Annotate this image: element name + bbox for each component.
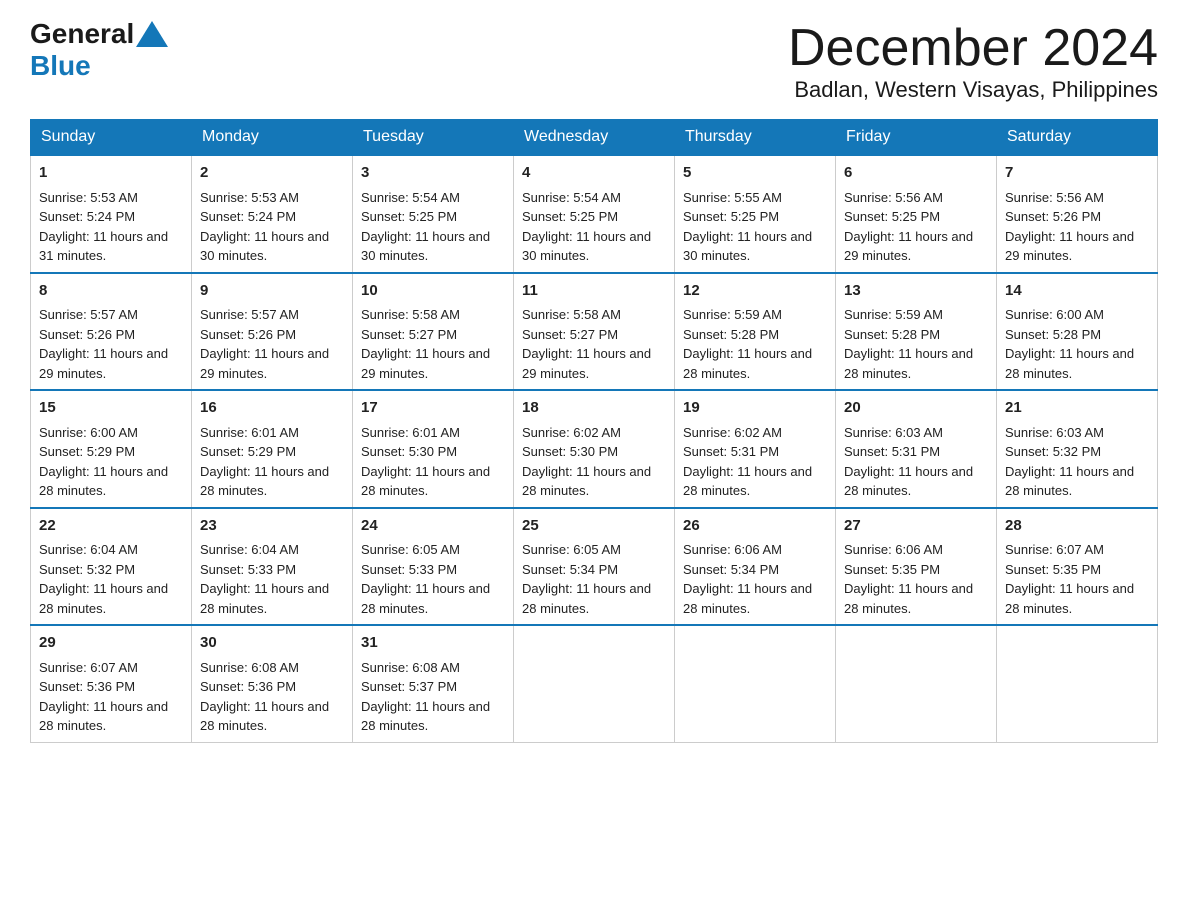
- day-number: 9: [200, 280, 344, 303]
- day-number: 6: [844, 162, 988, 185]
- day-number: 4: [522, 162, 666, 185]
- calendar-cell-1-3: 11Sunrise: 5:58 AMSunset: 5:27 PMDayligh…: [514, 273, 675, 391]
- calendar-cell-1-4: 12Sunrise: 5:59 AMSunset: 5:28 PMDayligh…: [675, 273, 836, 391]
- week-row-1: 1Sunrise: 5:53 AMSunset: 5:24 PMDaylight…: [31, 155, 1158, 273]
- day-number: 8: [39, 280, 183, 303]
- calendar-cell-0-2: 3Sunrise: 5:54 AMSunset: 5:25 PMDaylight…: [353, 155, 514, 273]
- calendar-cell-0-0: 1Sunrise: 5:53 AMSunset: 5:24 PMDaylight…: [31, 155, 192, 273]
- calendar-cell-4-4: [675, 625, 836, 742]
- day-number: 28: [1005, 515, 1149, 538]
- calendar-cell-1-1: 9Sunrise: 5:57 AMSunset: 5:26 PMDaylight…: [192, 273, 353, 391]
- weekday-header-sunday: Sunday: [31, 120, 192, 156]
- calendar-cell-4-3: [514, 625, 675, 742]
- calendar-cell-4-2: 31Sunrise: 6:08 AMSunset: 5:37 PMDayligh…: [353, 625, 514, 742]
- calendar-cell-1-5: 13Sunrise: 5:59 AMSunset: 5:28 PMDayligh…: [836, 273, 997, 391]
- week-row-2: 8Sunrise: 5:57 AMSunset: 5:26 PMDaylight…: [31, 273, 1158, 391]
- calendar-cell-4-0: 29Sunrise: 6:07 AMSunset: 5:36 PMDayligh…: [31, 625, 192, 742]
- logo-triangle-icon: [136, 21, 168, 47]
- day-number: 7: [1005, 162, 1149, 185]
- calendar-cell-4-5: [836, 625, 997, 742]
- calendar-cell-1-2: 10Sunrise: 5:58 AMSunset: 5:27 PMDayligh…: [353, 273, 514, 391]
- calendar-cell-1-0: 8Sunrise: 5:57 AMSunset: 5:26 PMDaylight…: [31, 273, 192, 391]
- logo-blue-text: Blue: [30, 50, 91, 82]
- weekday-header-friday: Friday: [836, 120, 997, 156]
- day-number: 19: [683, 397, 827, 420]
- day-number: 31: [361, 632, 505, 655]
- calendar-cell-0-5: 6Sunrise: 5:56 AMSunset: 5:25 PMDaylight…: [836, 155, 997, 273]
- day-number: 25: [522, 515, 666, 538]
- day-number: 29: [39, 632, 183, 655]
- month-title: December 2024: [788, 20, 1158, 77]
- location-title: Badlan, Western Visayas, Philippines: [788, 77, 1158, 103]
- calendar-cell-3-0: 22Sunrise: 6:04 AMSunset: 5:32 PMDayligh…: [31, 508, 192, 626]
- weekday-header-thursday: Thursday: [675, 120, 836, 156]
- weekday-header-row: SundayMondayTuesdayWednesdayThursdayFrid…: [31, 120, 1158, 156]
- logo-general-text: General: [30, 20, 134, 48]
- day-number: 18: [522, 397, 666, 420]
- week-row-5: 29Sunrise: 6:07 AMSunset: 5:36 PMDayligh…: [31, 625, 1158, 742]
- weekday-header-wednesday: Wednesday: [514, 120, 675, 156]
- calendar-cell-0-4: 5Sunrise: 5:55 AMSunset: 5:25 PMDaylight…: [675, 155, 836, 273]
- day-number: 22: [39, 515, 183, 538]
- calendar-cell-2-1: 16Sunrise: 6:01 AMSunset: 5:29 PMDayligh…: [192, 390, 353, 508]
- week-row-3: 15Sunrise: 6:00 AMSunset: 5:29 PMDayligh…: [31, 390, 1158, 508]
- day-number: 24: [361, 515, 505, 538]
- weekday-header-tuesday: Tuesday: [353, 120, 514, 156]
- day-number: 14: [1005, 280, 1149, 303]
- weekday-header-monday: Monday: [192, 120, 353, 156]
- day-number: 17: [361, 397, 505, 420]
- day-number: 23: [200, 515, 344, 538]
- calendar-cell-2-4: 19Sunrise: 6:02 AMSunset: 5:31 PMDayligh…: [675, 390, 836, 508]
- calendar-cell-2-0: 15Sunrise: 6:00 AMSunset: 5:29 PMDayligh…: [31, 390, 192, 508]
- logo: General Blue: [30, 20, 170, 82]
- calendar-cell-0-6: 7Sunrise: 5:56 AMSunset: 5:26 PMDaylight…: [997, 155, 1158, 273]
- calendar-cell-2-2: 17Sunrise: 6:01 AMSunset: 5:30 PMDayligh…: [353, 390, 514, 508]
- calendar-cell-2-5: 20Sunrise: 6:03 AMSunset: 5:31 PMDayligh…: [836, 390, 997, 508]
- calendar-cell-4-6: [997, 625, 1158, 742]
- calendar-cell-3-3: 25Sunrise: 6:05 AMSunset: 5:34 PMDayligh…: [514, 508, 675, 626]
- calendar-cell-3-2: 24Sunrise: 6:05 AMSunset: 5:33 PMDayligh…: [353, 508, 514, 626]
- day-number: 21: [1005, 397, 1149, 420]
- day-number: 20: [844, 397, 988, 420]
- calendar-cell-3-6: 28Sunrise: 6:07 AMSunset: 5:35 PMDayligh…: [997, 508, 1158, 626]
- calendar-cell-3-5: 27Sunrise: 6:06 AMSunset: 5:35 PMDayligh…: [836, 508, 997, 626]
- day-number: 12: [683, 280, 827, 303]
- calendar-cell-3-4: 26Sunrise: 6:06 AMSunset: 5:34 PMDayligh…: [675, 508, 836, 626]
- day-number: 10: [361, 280, 505, 303]
- day-number: 5: [683, 162, 827, 185]
- day-number: 11: [522, 280, 666, 303]
- calendar-cell-2-6: 21Sunrise: 6:03 AMSunset: 5:32 PMDayligh…: [997, 390, 1158, 508]
- week-row-4: 22Sunrise: 6:04 AMSunset: 5:32 PMDayligh…: [31, 508, 1158, 626]
- calendar-cell-1-6: 14Sunrise: 6:00 AMSunset: 5:28 PMDayligh…: [997, 273, 1158, 391]
- calendar-cell-2-3: 18Sunrise: 6:02 AMSunset: 5:30 PMDayligh…: [514, 390, 675, 508]
- day-number: 30: [200, 632, 344, 655]
- day-number: 3: [361, 162, 505, 185]
- day-number: 16: [200, 397, 344, 420]
- day-number: 15: [39, 397, 183, 420]
- title-area: December 2024 Badlan, Western Visayas, P…: [788, 20, 1158, 103]
- weekday-header-saturday: Saturday: [997, 120, 1158, 156]
- calendar-cell-0-3: 4Sunrise: 5:54 AMSunset: 5:25 PMDaylight…: [514, 155, 675, 273]
- day-number: 27: [844, 515, 988, 538]
- day-number: 26: [683, 515, 827, 538]
- day-number: 1: [39, 162, 183, 185]
- page-header: General Blue December 2024 Badlan, Weste…: [30, 20, 1158, 103]
- day-number: 2: [200, 162, 344, 185]
- calendar-cell-4-1: 30Sunrise: 6:08 AMSunset: 5:36 PMDayligh…: [192, 625, 353, 742]
- calendar-cell-0-1: 2Sunrise: 5:53 AMSunset: 5:24 PMDaylight…: [192, 155, 353, 273]
- day-number: 13: [844, 280, 988, 303]
- calendar-cell-3-1: 23Sunrise: 6:04 AMSunset: 5:33 PMDayligh…: [192, 508, 353, 626]
- calendar-table: SundayMondayTuesdayWednesdayThursdayFrid…: [30, 119, 1158, 743]
